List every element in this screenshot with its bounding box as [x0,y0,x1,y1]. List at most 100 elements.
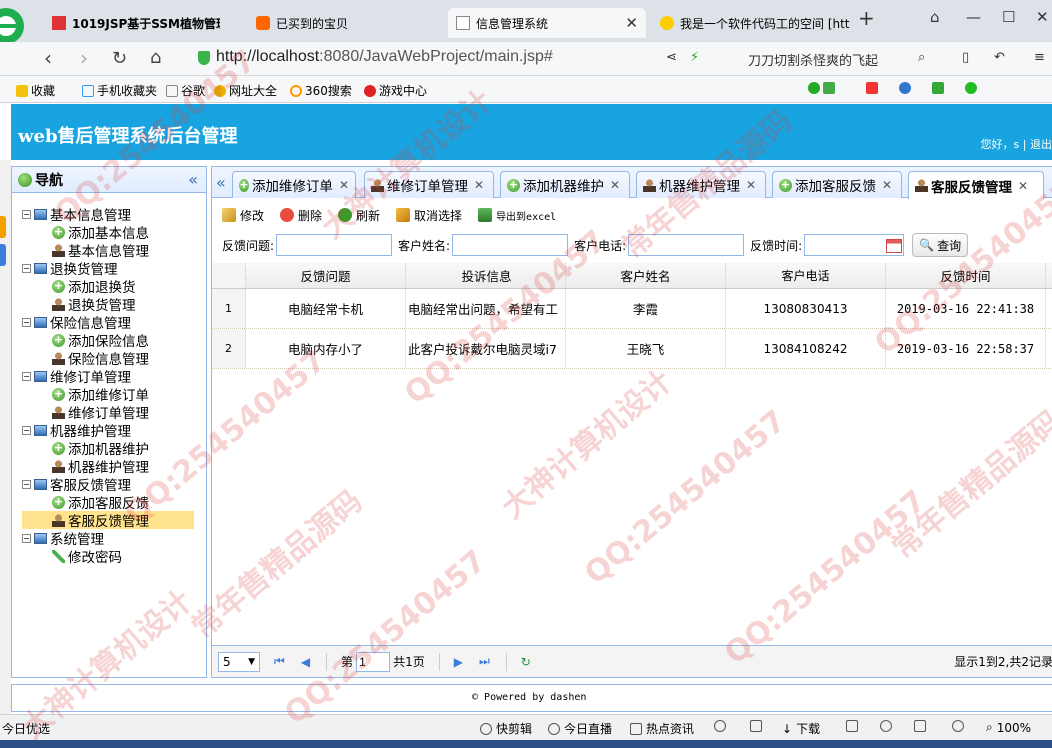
column-header[interactable]: 反馈时间 [886,263,1046,288]
first-page-icon[interactable]: ⏮ [274,654,285,669]
tab-add-repair-order[interactable]: + 添加维修订单 ✕ [232,171,356,198]
tree-item-return-manage[interactable]: 退换货管理 [22,295,194,314]
collapse-toggle-icon[interactable]: − [22,425,31,435]
reload-page-icon[interactable]: ↻ [521,655,531,669]
back-icon[interactable]: ‹ [44,46,52,70]
close-tab-icon[interactable]: ✕ [619,14,638,32]
collapse-toggle-icon[interactable]: − [22,533,31,543]
tab-add-maintenance[interactable]: + 添加机器维护 ✕ [500,171,630,198]
tab-maintenance-manage[interactable]: 机器维护管理 ✕ [636,171,766,198]
tree-item-maintenance-manage[interactable]: 机器维护管理 [22,457,194,476]
browser-tab-3-active[interactable]: 信息管理系统 ✕ [448,8,646,38]
close-tab-icon[interactable]: ✕ [474,178,484,192]
tree-group-machine-maintenance[interactable]: − 机器维护管理 [22,421,194,440]
column-header[interactable]: 客户姓名 [566,263,726,288]
browser-tab-2[interactable]: 已买到的宝贝 [248,8,440,38]
download-item[interactable]: ↓ 下载 [782,720,820,737]
browser-tab-4[interactable]: 我是一个软件代码工的空间 [htt [652,8,850,38]
close-window-icon[interactable]: ✕ [1036,8,1049,26]
query-button[interactable]: 🔍 查询 [912,233,969,257]
home-icon[interactable]: ⌂ [150,47,161,68]
search-hint[interactable]: 刀刀切割杀怪爽的飞起 [748,50,878,69]
tree-item-repair-order-manage[interactable]: 维修订单管理 [22,403,194,422]
collapse-toggle-icon[interactable]: − [22,317,31,327]
speed-icon[interactable] [714,720,730,732]
tree-item-add-feedback[interactable]: + 添加客服反馈 [22,493,194,512]
edit-button[interactable]: 修改 [222,207,264,224]
logout-link[interactable]: 退出 [1030,138,1052,151]
forward-icon[interactable]: › [80,46,88,70]
lightning-icon[interactable]: ⚡ [690,50,699,65]
column-header[interactable]: 客户电话 [726,263,886,288]
maximize-window-icon[interactable]: ☐ [1002,8,1015,26]
shirt-skin-icon[interactable]: ⌂ [930,8,940,26]
tree-item-add-return[interactable]: + 添加退换货 [22,277,194,296]
search-icon[interactable]: ⌕ [918,50,925,65]
column-header[interactable]: 投诉信息 [406,263,566,288]
tab-add-feedback[interactable]: + 添加客服反馈 ✕ [772,171,902,198]
ext-icons[interactable] [808,82,980,94]
live-item[interactable]: 今日直播 [548,720,612,737]
collapse-toggle-icon[interactable]: − [22,209,31,219]
calendar-icon[interactable] [886,239,903,253]
bookmark-google[interactable]: 谷歌 [166,82,205,99]
side-tool-icon[interactable] [0,244,6,266]
news-item[interactable]: 热点资讯 [630,720,694,737]
tab-repair-order-manage[interactable]: 维修订单管理 ✕ [364,171,494,198]
collapse-toggle-icon[interactable]: − [22,479,31,489]
prev-page-icon[interactable]: ◀ [301,655,310,669]
tree-item-change-password[interactable]: 修改密码 [22,547,194,566]
close-tab-icon[interactable]: ✕ [610,178,620,192]
close-tab-icon[interactable]: ✕ [1018,179,1028,193]
bookmark-360-search[interactable]: 360搜索 [290,82,352,99]
tabs-scroll-left-icon[interactable]: « [216,173,226,192]
tree-item-add-maintenance[interactable]: + 添加机器维护 [22,439,194,458]
column-header[interactable]: 反馈问题 [246,263,406,288]
new-tab-icon[interactable]: + [858,6,875,30]
ie-icon[interactable] [880,720,896,732]
pin-icon[interactable] [750,720,766,732]
time-picker[interactable] [804,234,905,256]
tree-item-add-basic-info[interactable]: + 添加基本信息 [22,223,194,242]
tree-item-basic-info-manage[interactable]: 基本信息管理 [22,241,194,260]
tree-item-add-repair-order[interactable]: + 添加维修订单 [22,385,194,404]
tree-item-add-insurance[interactable]: + 添加保险信息 [22,331,194,350]
close-tab-icon[interactable]: ✕ [339,178,349,192]
close-tab-icon[interactable]: ✕ [882,178,892,192]
tree-group-basic-info[interactable]: − 基本信息管理 [22,205,194,224]
last-page-icon[interactable]: ⏭ [479,654,490,669]
bookmark-favorites[interactable]: 收藏 [16,82,55,99]
side-tool-icon[interactable] [0,216,6,238]
customer-phone-input[interactable] [628,234,745,256]
tree-item-insurance-manage[interactable]: 保险信息管理 [22,349,194,368]
refresh-button[interactable]: 刷新 [338,207,380,224]
tree-item-feedback-manage-selected[interactable]: 客服反馈管理 [22,511,194,530]
collapse-toggle-icon[interactable]: − [22,263,31,273]
bookmark-games[interactable]: 游戏中心 [364,82,427,99]
tree-group-repair-orders[interactable]: − 维修订单管理 [22,367,194,386]
today-picks-link[interactable]: 今日优选 [2,720,50,737]
export-excel-button[interactable]: 导出到excel [478,208,556,223]
tree-group-feedback[interactable]: − 客服反馈管理 [22,475,194,494]
table-row[interactable]: 2 电脑内存小了 此客户投诉戴尔电脑灵域i7 王晓飞 13084108242 2… [212,329,1052,369]
browser-tab-1[interactable]: 1019JSP基于SSM植物管理 [44,8,220,38]
cancel-select-button[interactable]: 取消选择 [396,207,462,224]
close-tab-icon[interactable]: ✕ [746,178,756,192]
collapse-toggle-icon[interactable]: − [22,371,31,381]
tree-group-insurance[interactable]: − 保险信息管理 [22,313,194,332]
flag-icon[interactable] [846,720,862,732]
tab-feedback-manage-active[interactable]: 客服反馈管理 ✕ [908,171,1044,199]
menu-icon[interactable]: ≡ [1034,50,1045,65]
share-icon[interactable]: ⋖ [666,50,677,65]
feedback-input[interactable] [276,234,393,256]
url-field[interactable]: http://localhost:8080/JavaWebProject/mai… [216,48,553,66]
customer-name-input[interactable] [452,234,569,256]
minimize-window-icon[interactable]: — [966,8,981,26]
zoom-item[interactable]: ⌕ 100% [986,720,1031,735]
delete-button[interactable]: 删除 [280,207,322,224]
next-page-icon[interactable]: ▶ [454,655,463,669]
undo-icon[interactable]: ↶ [994,50,1005,65]
table-row[interactable]: 1 电脑经常卡机 电脑经常出问题，希望有工 李霞 13080830413 201… [212,289,1052,329]
page-size-select[interactable]: 5 ▼ [218,651,260,672]
quick-clip-item[interactable]: 快剪辑 [480,720,532,737]
